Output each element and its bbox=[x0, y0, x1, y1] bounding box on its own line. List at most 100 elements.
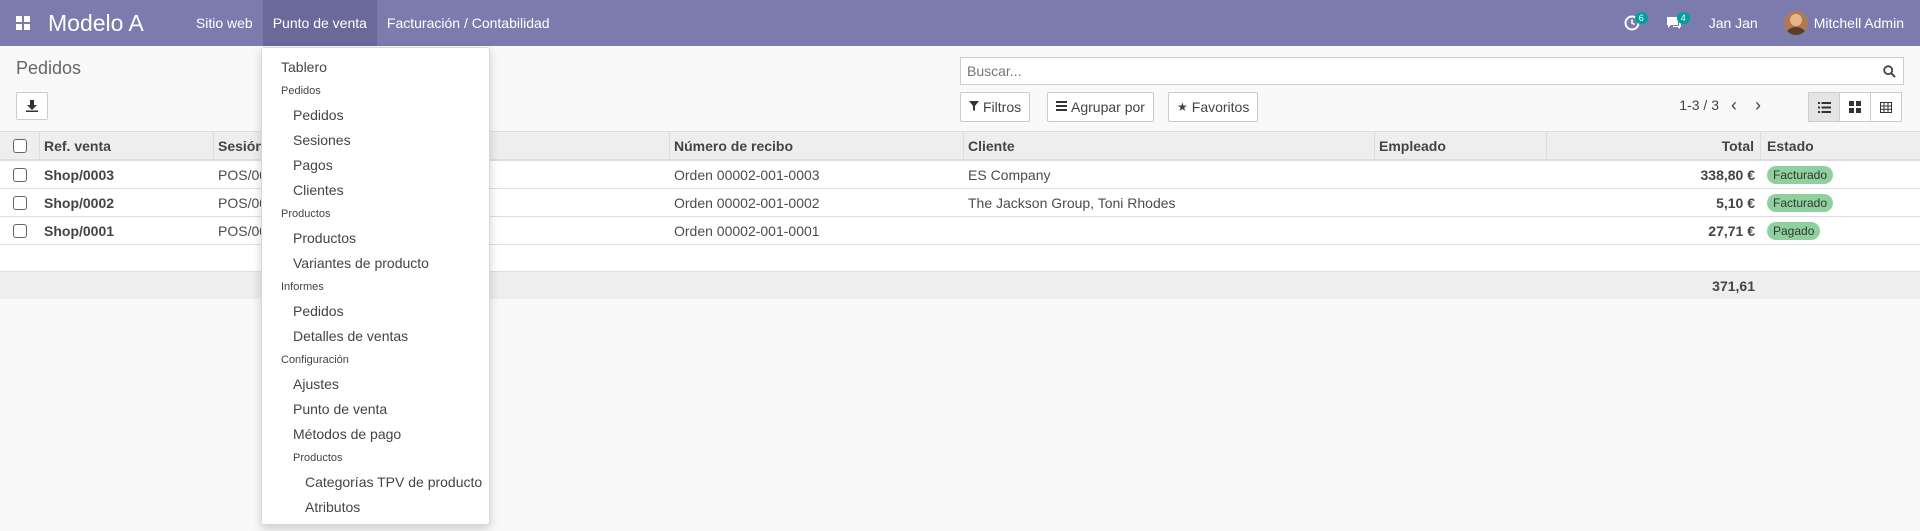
chevron-left-icon[interactable]: ‹ bbox=[1731, 96, 1737, 114]
list-icon bbox=[1817, 101, 1831, 113]
menu-item-punto-de-venta[interactable]: Punto de venta bbox=[262, 396, 489, 421]
activity-count-badge: 6 bbox=[1634, 12, 1648, 24]
favorites-button[interactable]: ★ Favoritos bbox=[1168, 92, 1259, 122]
cell-ref: Shop/0002 bbox=[44, 194, 115, 211]
menu-item-sesiones[interactable]: Sesiones bbox=[262, 127, 489, 152]
menu-item-metodos-pago[interactable]: Métodos de pago bbox=[262, 421, 489, 446]
bars-icon bbox=[1056, 100, 1067, 114]
row-checkbox[interactable] bbox=[13, 195, 27, 210]
menu-facturacion[interactable]: Facturación / Contabilidad bbox=[377, 0, 560, 46]
cell-total: 338,80 € bbox=[1700, 166, 1756, 183]
footer-spacer bbox=[40, 272, 214, 299]
menu-item-ajustes[interactable]: Ajustes bbox=[262, 371, 489, 396]
cell-receipt: Orden 00002-001-0001 bbox=[674, 222, 820, 239]
cell-state: Facturado bbox=[1761, 189, 1920, 216]
apps-menu-icon[interactable] bbox=[0, 0, 46, 46]
column-header-total[interactable]: Total bbox=[1547, 132, 1761, 159]
messages-button[interactable]: 4 bbox=[1653, 0, 1695, 46]
search-icon[interactable] bbox=[1875, 64, 1903, 78]
footer-spacer bbox=[1375, 272, 1547, 299]
table-view-button[interactable] bbox=[1870, 92, 1902, 122]
menu-item-clientes[interactable]: Clientes bbox=[262, 177, 489, 202]
search-input[interactable] bbox=[961, 58, 1875, 84]
pager: 1-3 / 3 ‹ › bbox=[1679, 96, 1761, 114]
filter-icon bbox=[969, 100, 979, 114]
column-header-employee[interactable]: Empleado bbox=[1375, 132, 1547, 159]
menu-item-variantes[interactable]: Variantes de producto bbox=[262, 250, 489, 275]
cell-customer: ES Company bbox=[968, 166, 1051, 183]
cell-ref: Shop/0003 bbox=[44, 166, 115, 183]
filters-label: Filtros bbox=[983, 99, 1022, 115]
menu-sitio-web[interactable]: Sitio web bbox=[186, 0, 263, 46]
company-switcher[interactable]: Jan Jan bbox=[1695, 15, 1772, 31]
cell-customer: The Jackson Group, Toni Rhodes bbox=[968, 194, 1176, 211]
cell-employee bbox=[1375, 217, 1547, 244]
activity-button[interactable]: 6 bbox=[1611, 0, 1653, 46]
cell-state: Facturado bbox=[1761, 161, 1920, 188]
table-icon bbox=[1880, 101, 1892, 113]
export-button[interactable] bbox=[16, 92, 48, 120]
menu-header-configuracion: Configuración bbox=[281, 353, 349, 366]
cell-customer bbox=[964, 217, 1375, 244]
row-checkbox[interactable] bbox=[13, 167, 27, 182]
kanban-icon bbox=[1849, 101, 1861, 113]
menu-header-pedidos: Pedidos bbox=[281, 84, 321, 97]
menu-item-tablero[interactable]: Tablero bbox=[262, 54, 489, 79]
menu-item-informes-pedidos[interactable]: Pedidos bbox=[262, 298, 489, 323]
star-icon: ★ bbox=[1177, 100, 1188, 114]
menu-item-pedidos[interactable]: Pedidos bbox=[262, 102, 489, 127]
list-view-button[interactable] bbox=[1808, 92, 1840, 122]
search-bar[interactable] bbox=[960, 57, 1904, 85]
footer-spacer bbox=[964, 272, 1375, 299]
avatar bbox=[1783, 11, 1808, 35]
column-header-customer[interactable]: Cliente bbox=[964, 132, 1375, 159]
messages-count-badge: 4 bbox=[1676, 12, 1690, 24]
menu-item-categorias-tpv[interactable]: Categorías TPV de producto bbox=[262, 469, 489, 494]
footer-spacer bbox=[0, 272, 40, 299]
top-navbar: Modelo A Sitio web Punto de venta Factur… bbox=[0, 0, 1920, 46]
page-title: Pedidos bbox=[16, 58, 82, 78]
row-select-cell bbox=[0, 161, 40, 188]
menu-item-productos[interactable]: Productos bbox=[262, 225, 489, 250]
cell-receipt: Orden 00002-001-0003 bbox=[674, 166, 820, 183]
cell-total: 5,10 € bbox=[1716, 194, 1755, 211]
cell-state: Pagado bbox=[1761, 217, 1920, 244]
brand-title[interactable]: Modelo A bbox=[48, 10, 144, 37]
select-all-cell bbox=[0, 132, 40, 159]
column-header-ref[interactable]: Ref. venta bbox=[40, 132, 214, 159]
group-by-label: Agrupar por bbox=[1071, 99, 1145, 115]
select-all-checkbox[interactable] bbox=[12, 138, 27, 153]
menu-punto-de-venta[interactable]: Punto de venta bbox=[262, 0, 377, 46]
cell-receipt: Orden 00002-001-0002 bbox=[674, 194, 820, 211]
cell-ref: Shop/0001 bbox=[44, 222, 115, 239]
kanban-view-button[interactable] bbox=[1839, 92, 1871, 122]
favorites-label: Favoritos bbox=[1191, 99, 1250, 115]
cell-employee bbox=[1375, 161, 1547, 188]
view-switcher bbox=[1808, 92, 1902, 122]
column-header-receipt[interactable]: Número de recibo bbox=[670, 132, 964, 159]
pager-value[interactable]: 1-3 / 3 bbox=[1679, 97, 1719, 113]
punto-de-venta-dropdown: Tablero Pedidos Pedidos Sesiones Pagos C… bbox=[261, 47, 490, 525]
menu-header-productos: Productos bbox=[281, 207, 331, 220]
footer-total: 371,61 bbox=[1712, 277, 1755, 294]
menu-item-detalles-ventas[interactable]: Detalles de ventas bbox=[262, 323, 489, 348]
status-badge: Facturado bbox=[1767, 165, 1834, 184]
user-name: Mitchell Admin bbox=[1813, 15, 1904, 31]
footer-spacer bbox=[670, 272, 964, 299]
user-menu[interactable]: Mitchell Admin bbox=[1772, 11, 1920, 35]
row-checkbox[interactable] bbox=[13, 223, 27, 238]
chevron-right-icon[interactable]: › bbox=[1755, 96, 1761, 114]
row-select-cell bbox=[0, 189, 40, 216]
menu-header-config-productos: Productos bbox=[293, 451, 343, 464]
status-badge: Pagado bbox=[1767, 221, 1821, 240]
menu-header-informes: Informes bbox=[281, 280, 324, 293]
column-header-state[interactable]: Estado bbox=[1761, 132, 1920, 159]
download-icon bbox=[26, 100, 38, 112]
row-select-cell bbox=[0, 217, 40, 244]
menu-item-atributos[interactable]: Atributos bbox=[262, 494, 489, 519]
menu-item-pagos[interactable]: Pagos bbox=[262, 152, 489, 177]
filters-button[interactable]: Filtros bbox=[960, 92, 1031, 122]
status-badge: Facturado bbox=[1767, 193, 1834, 212]
group-by-button[interactable]: Agrupar por bbox=[1047, 92, 1154, 122]
cell-total: 27,71 € bbox=[1708, 222, 1755, 239]
